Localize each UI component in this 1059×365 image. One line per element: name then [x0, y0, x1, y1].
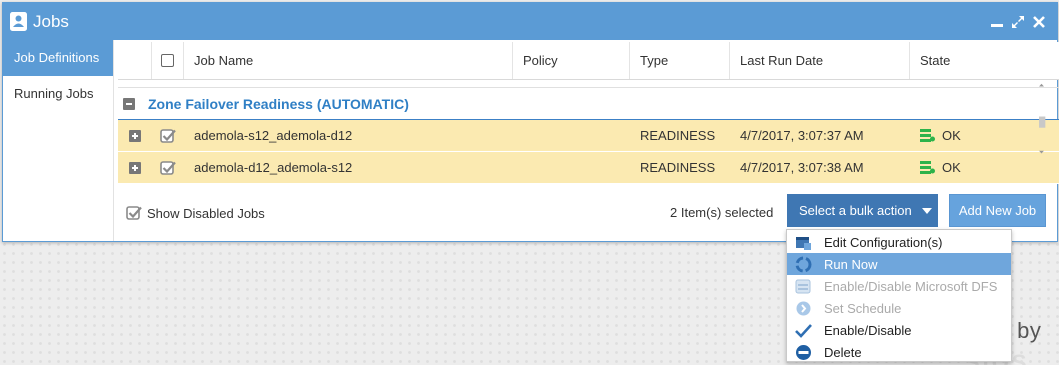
schedule-icon	[796, 301, 811, 315]
policy-cell	[513, 152, 630, 183]
menu-item-label: Delete	[824, 344, 862, 360]
maximize-icon[interactable]	[1012, 15, 1024, 28]
window-title: Jobs	[33, 11, 69, 31]
menu-item-label: Edit Configuration(s)	[824, 234, 943, 250]
column-header-policy[interactable]: Policy	[513, 42, 630, 79]
bulk-action-menu: Edit Configuration(s) Run Now Enable/Dis…	[786, 229, 1012, 362]
main-panel: Job Name Policy Type Last Run Date State…	[114, 40, 1059, 241]
table-row[interactable]: ademola-s12_ademola-d12 READINESS 4/7/20…	[118, 120, 1059, 152]
select-all-checkbox[interactable]	[161, 54, 174, 67]
dfs-icon	[795, 279, 811, 293]
table-header: Job Name Policy Type Last Run Date State	[118, 42, 1059, 80]
policy-cell	[513, 120, 630, 151]
table-row[interactable]: ademola-d12_ademola-s12 READINESS 4/7/20…	[118, 152, 1059, 184]
column-header-state[interactable]: State	[910, 42, 1059, 79]
jobs-window: Jobs Job Definitions Running Jobs Job Na…	[2, 2, 1059, 242]
group-title: Zone Failover Readiness (AUTOMATIC)	[148, 95, 409, 112]
job-name-cell: ademola-s12_ademola-d12	[194, 128, 353, 143]
jobs-grid: Job Name Policy Type Last Run Date State…	[118, 42, 1059, 188]
menu-item-enable-disable[interactable]: Enable/Disable	[787, 319, 1011, 341]
row-checkbox[interactable]	[160, 128, 176, 144]
menu-item-enable-disable-dfs[interactable]: Enable/Disable Microsoft DFS	[787, 275, 1011, 297]
bulk-action-dropdown[interactable]: Select a bulk action	[787, 194, 938, 227]
menu-item-set-schedule[interactable]: Set Schedule	[787, 297, 1011, 319]
caret-down-icon	[921, 207, 932, 214]
sidebar: Job Definitions Running Jobs	[3, 40, 114, 241]
column-header-last-run-date[interactable]: Last Run Date	[730, 42, 910, 79]
show-disabled-checkbox[interactable]	[126, 205, 142, 221]
sidebar-item-job-definitions[interactable]: Job Definitions	[3, 40, 113, 76]
column-header-type[interactable]: Type	[630, 42, 730, 79]
grid-scrollbar[interactable]	[1035, 83, 1048, 185]
expand-row-icon[interactable]	[129, 129, 141, 142]
menu-item-delete[interactable]: Delete	[787, 341, 1011, 363]
last-run-cell: 4/7/2017, 3:07:38 AM	[740, 160, 864, 175]
add-new-job-button[interactable]: Add New Job	[949, 194, 1046, 227]
edit-config-icon	[796, 236, 811, 250]
delete-icon	[796, 344, 811, 360]
minimize-icon[interactable]	[991, 16, 1003, 28]
menu-item-edit-configuration[interactable]: Edit Configuration(s)	[787, 231, 1011, 253]
menu-item-label: Run Now	[824, 256, 878, 272]
select-all-cell	[152, 42, 184, 79]
server-ok-icon	[920, 161, 935, 174]
last-run-cell: 4/7/2017, 3:07:37 AM	[740, 128, 864, 143]
row-checkbox[interactable]	[160, 160, 176, 176]
menu-item-label: Set Schedule	[824, 300, 902, 316]
checkmark-icon	[795, 323, 812, 338]
selected-count: 2 Item(s) selected	[670, 205, 774, 220]
menu-item-run-now[interactable]: Run Now	[787, 253, 1011, 275]
run-now-icon	[795, 256, 812, 272]
show-disabled-toggle[interactable]: Show Disabled Jobs	[126, 205, 265, 221]
state-cell: OK	[942, 160, 961, 175]
server-ok-icon	[920, 129, 935, 142]
window-titlebar[interactable]: Jobs	[3, 3, 1057, 40]
close-icon[interactable]	[1033, 15, 1045, 28]
expand-row-icon[interactable]	[129, 161, 141, 174]
bulk-action-label: Select a bulk action	[799, 203, 912, 218]
type-cell: READINESS	[640, 160, 716, 175]
group-separator	[118, 80, 1059, 88]
menu-item-label: Enable/Disable	[824, 322, 912, 338]
jobs-icon	[10, 12, 27, 31]
state-cell: OK	[942, 128, 961, 143]
sidebar-item-running-jobs[interactable]: Running Jobs	[3, 76, 113, 112]
show-disabled-label: Show Disabled Jobs	[147, 205, 265, 221]
collapse-group-icon[interactable]	[123, 97, 135, 110]
column-header-job-name[interactable]: Job Name	[184, 42, 513, 79]
expand-column-header	[118, 42, 152, 79]
group-header[interactable]: Zone Failover Readiness (AUTOMATIC)	[118, 88, 1059, 120]
type-cell: READINESS	[640, 128, 716, 143]
menu-item-label: Enable/Disable Microsoft DFS	[824, 278, 998, 294]
job-name-cell: ademola-d12_ademola-s12	[194, 160, 353, 175]
